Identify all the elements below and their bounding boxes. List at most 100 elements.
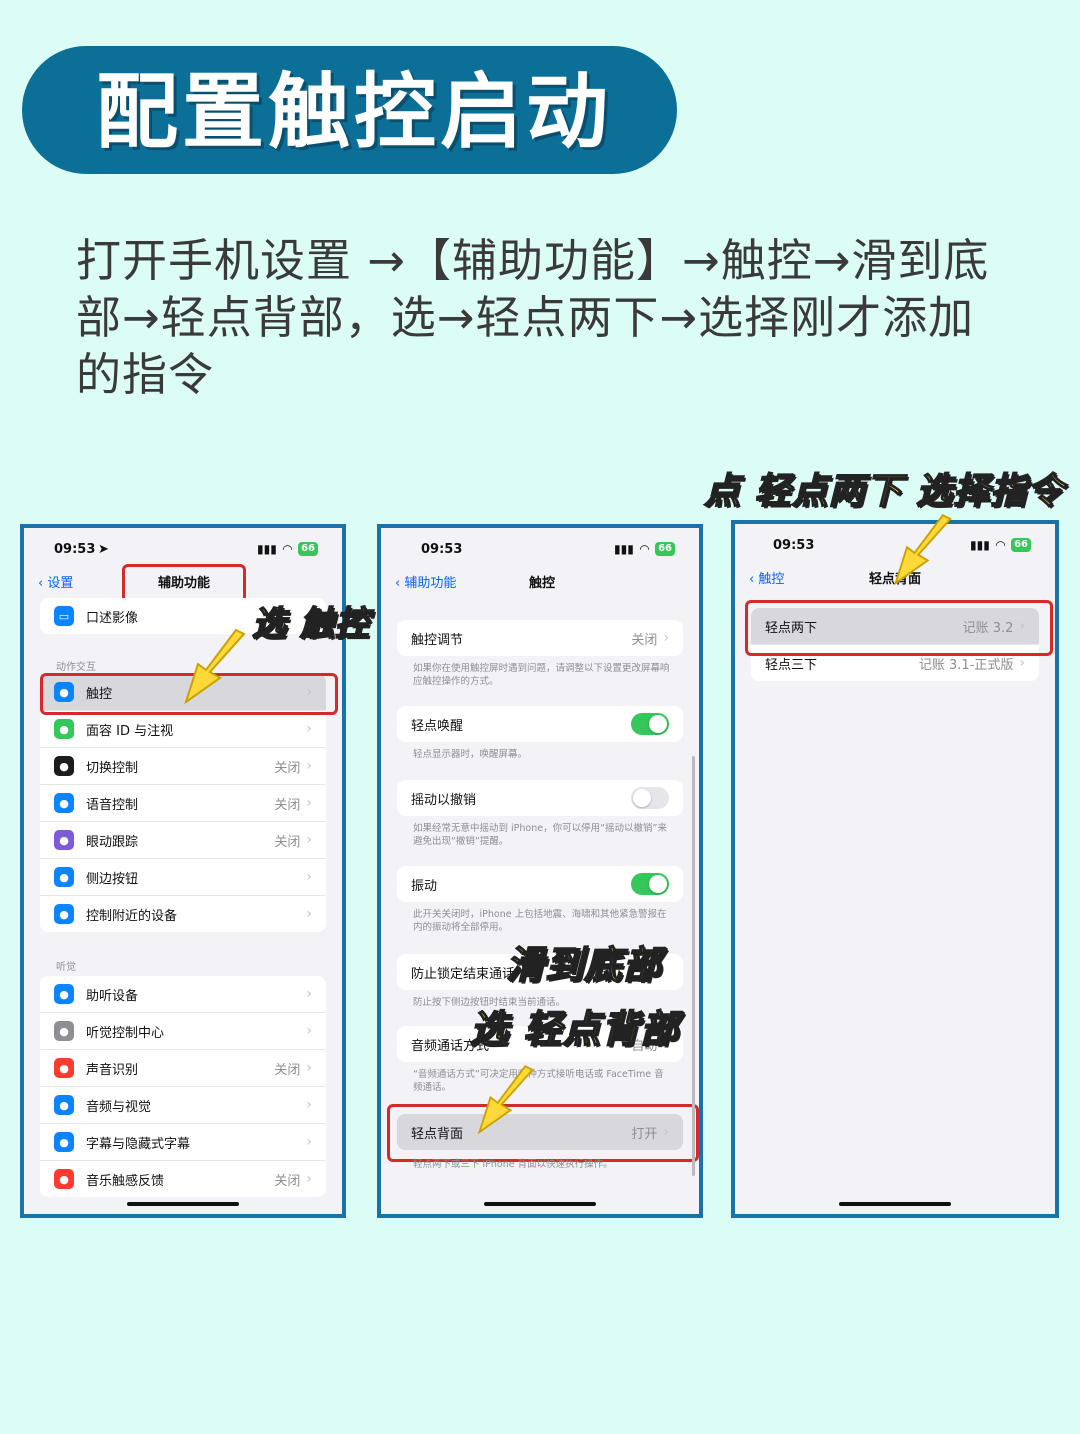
- pointer-arrow-icon: [893, 513, 952, 586]
- callout-tap-double: 点 轻点两下 选择指令: [703, 470, 1065, 513]
- row-label: 轻点唤醒: [411, 718, 464, 734]
- battery-icon: 66: [298, 542, 318, 556]
- note-vibration: 此开关关闭时，iPhone 上包括地震、海啸和其他紧急警报在内的振动将全部停用。: [413, 909, 667, 933]
- back-button[interactable]: ‹ 触控: [749, 568, 784, 587]
- chevron-right-icon: ›: [663, 630, 669, 646]
- battery-icon: 66: [1011, 538, 1031, 552]
- wifi-icon: ◠: [995, 538, 1006, 552]
- chevron-left-icon: ‹: [38, 576, 48, 591]
- callout-select-back-tap: 选 轻点背部: [469, 1006, 680, 1052]
- page-title: 配置触控启动: [96, 65, 613, 160]
- settings-row[interactable]: ● 助听设备 ›: [40, 976, 326, 1013]
- speaker-icon: ●: [54, 1095, 74, 1115]
- pointer-arrow-icon: [184, 628, 246, 705]
- ear-icon: ●: [54, 984, 74, 1004]
- row-value: 关闭: [274, 1173, 301, 1189]
- row-label: 助听设备: [86, 988, 139, 1004]
- row-label: 字幕与隐藏式字幕: [86, 1136, 191, 1152]
- row-label: 摇动以撤销: [411, 792, 477, 808]
- battery-icon: 66: [655, 542, 675, 556]
- settings-row[interactable]: ● 语音控制 关闭 ›: [40, 785, 326, 822]
- phone-back-tap-screen: 09:53 ▮▮▮ ◠ 66 ‹ 触控 轻点背面 轻点两下 记账 3.2 › 轻点三下…: [731, 520, 1059, 1218]
- section-header-hearing: 听觉: [56, 962, 76, 973]
- chevron-right-icon: ›: [306, 795, 312, 811]
- phone-touch-screen: 09:53 ▮▮▮ ◠ 66 ‹ 辅助功能 触控 触控调节 关闭 › 如果你在使…: [377, 524, 703, 1218]
- chevron-right-icon: ›: [306, 1060, 312, 1076]
- row-label: 切换控制: [86, 760, 139, 776]
- row-label: 音乐触感反馈: [86, 1173, 165, 1189]
- location-icon: ➤: [98, 542, 109, 557]
- settings-row[interactable]: ● 切换控制 关闭 ›: [40, 748, 326, 785]
- back-label: 辅助功能: [404, 576, 457, 591]
- chevron-right-icon: ›: [306, 1097, 312, 1113]
- back-button[interactable]: ‹ 辅助功能: [395, 572, 456, 591]
- tap-to-wake-toggle[interactable]: [631, 713, 669, 735]
- status-time: 09:53: [421, 542, 463, 557]
- row-value: 关闭: [631, 632, 658, 648]
- callout-scroll-bottom: 滑到底部: [505, 942, 663, 988]
- side-button-icon: ●: [54, 867, 74, 887]
- shake-to-undo-toggle[interactable]: [631, 787, 669, 809]
- status-bar: 09:53 ▮▮▮ ◠ 66: [381, 542, 699, 562]
- chevron-right-icon: ›: [306, 1134, 312, 1150]
- vibration-toggle[interactable]: [631, 873, 669, 895]
- settings-row[interactable]: ● 听觉控制中心 ›: [40, 1013, 326, 1050]
- back-label: 触控: [758, 572, 785, 587]
- chevron-left-icon: ‹: [749, 572, 759, 587]
- group-hearing: ● 助听设备 › ● 听觉控制中心 › ● 声音识别 关闭 › ● 音频与视觉 › ● 字幕与隐藏式字幕 › ●…: [40, 976, 326, 1197]
- chevron-right-icon: ›: [306, 832, 312, 848]
- captions-icon: ●: [54, 1132, 74, 1152]
- settings-row[interactable]: ● 字幕与隐藏式字幕 ›: [40, 1124, 326, 1161]
- note-call-audio: “音频通话方式”可决定用哪种方式接听电话或 FaceTime 音频通话。: [413, 1069, 664, 1093]
- audio-description-icon: ▭: [54, 606, 74, 626]
- row-label: 眼动跟踪: [86, 834, 139, 850]
- chevron-right-icon: ›: [306, 869, 312, 885]
- row-label: 听觉控制中心: [86, 1025, 165, 1041]
- home-indicator: [839, 1202, 951, 1206]
- callout-select-touch: 选 触控: [251, 603, 370, 645]
- row-label: 声音识别: [86, 1062, 139, 1078]
- music-haptics-icon: ●: [54, 1169, 74, 1189]
- note-touch-accommodations: 如果你在使用触控屏时遇到问题，请调整以下设置更改屏幕响应触控操作的方式。: [413, 663, 670, 687]
- row-touch-accommodations[interactable]: 触控调节 关闭 ›: [397, 620, 683, 656]
- settings-row[interactable]: ● 眼动跟踪 关闭 ›: [40, 822, 326, 859]
- toggle-knob: [649, 715, 667, 733]
- pointer-arrow-icon: [477, 1065, 534, 1135]
- settings-row[interactable]: ● 音乐触感反馈 关闭 ›: [40, 1161, 326, 1197]
- row-value: 关闭: [274, 760, 301, 776]
- settings-row[interactable]: ● 声音识别 关闭 ›: [40, 1050, 326, 1087]
- row-label: 侧边按钮: [86, 871, 139, 887]
- row-label: 触控调节: [411, 632, 464, 648]
- chevron-right-icon: ›: [306, 1171, 312, 1187]
- scrollbar[interactable]: [692, 756, 695, 1176]
- settings-row[interactable]: ● 音频与视觉 ›: [40, 1087, 326, 1124]
- signal-icon: ▮▮▮: [614, 542, 634, 556]
- chevron-right-icon: ›: [306, 906, 312, 922]
- nav-title: 触控: [529, 576, 556, 591]
- row-tap-to-wake: 轻点唤醒: [397, 706, 683, 742]
- back-label: 设置: [47, 576, 74, 591]
- settings-row[interactable]: ● 面容 ID 与注视 ›: [40, 711, 326, 748]
- hearing-control-icon: ●: [54, 1021, 74, 1041]
- row-value: 记账 3.1-正式版: [918, 657, 1014, 673]
- status-bar: 09:53 ➤ ▮▮▮ ◠ 66: [24, 542, 342, 562]
- row-label: 轻点三下: [765, 657, 818, 673]
- note-back-tap: 轻点两下或三下 iPhone 背面以快速执行操作。: [413, 1159, 613, 1170]
- group-vibration: 振动: [397, 866, 683, 902]
- settings-row[interactable]: ● 侧边按钮 ›: [40, 859, 326, 896]
- toggle-knob: [633, 789, 651, 807]
- row-value: 关闭: [274, 834, 301, 850]
- chevron-right-icon: ›: [306, 758, 312, 774]
- note-tap-to-wake: 轻点显示器时，唤醒屏幕。: [413, 749, 528, 760]
- back-button[interactable]: ‹ 设置: [38, 572, 73, 591]
- chevron-left-icon: ‹: [395, 576, 405, 591]
- home-indicator: [484, 1202, 596, 1206]
- voice-control-icon: ●: [54, 793, 74, 813]
- settings-row[interactable]: ● 控制附近的设备 ›: [40, 896, 326, 932]
- row-label: 面容 ID 与注视: [86, 723, 174, 739]
- group-touch-accommodations: 触控调节 关闭 ›: [397, 620, 683, 656]
- face-id-icon: ●: [54, 719, 74, 739]
- signal-icon: ▮▮▮: [970, 538, 990, 552]
- highlight-double-tap-row: [745, 600, 1053, 656]
- switch-control-icon: ●: [54, 756, 74, 776]
